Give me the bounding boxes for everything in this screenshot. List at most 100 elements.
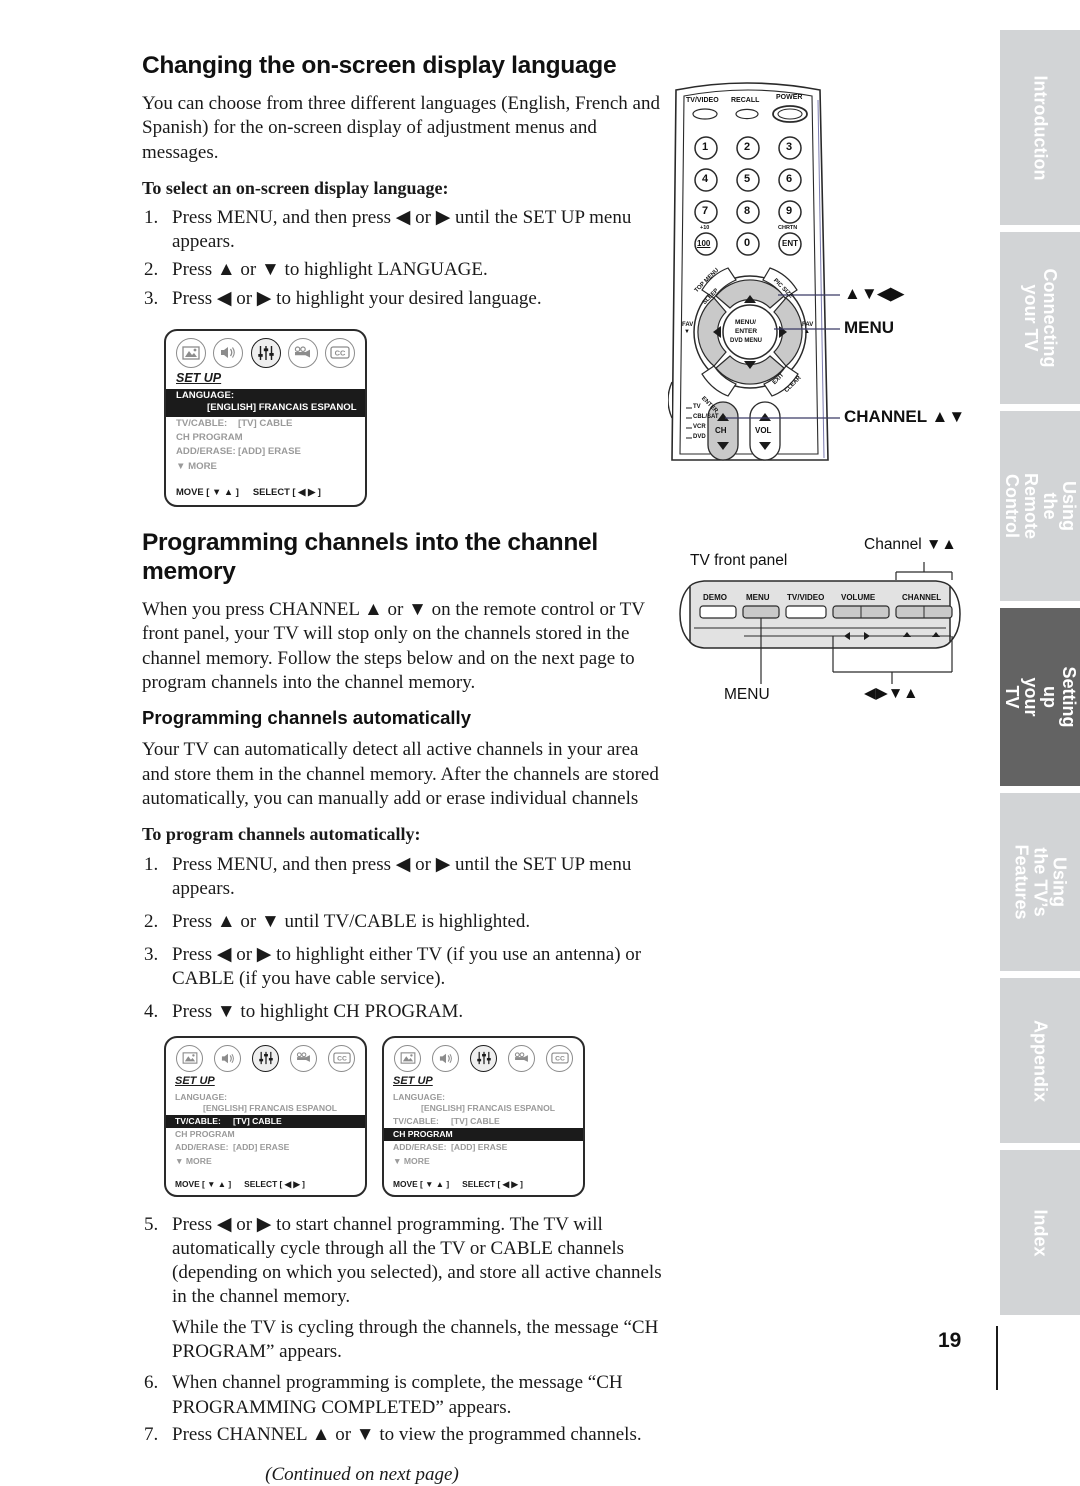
audio-icon xyxy=(213,337,244,368)
osd-row-tvcable: TV/CABLE: [TV] CABLE xyxy=(166,417,365,431)
video-icon xyxy=(508,1044,535,1072)
step-text: Press ▲ or ▼ to highlight LANGUAGE. xyxy=(172,259,488,281)
step-text: Press ▼ to highlight CH PROGRAM. xyxy=(172,1001,464,1023)
osd-row-value: [ENGLISH] FRANCAIS ESPANOL xyxy=(203,1102,337,1113)
osd-row-value: [TV] CABLE xyxy=(451,1115,500,1126)
step-number: 4. xyxy=(144,1001,159,1023)
steps-list-program: 1. Press MENU, and then press ◀ or ▶ unti… xyxy=(142,853,662,1025)
setup-icon xyxy=(250,337,281,368)
step-number: 6. xyxy=(144,1372,159,1394)
step-text: When channel programming is complete, th… xyxy=(172,1372,623,1418)
section-tab-strip: Introduction Connecting your TV Using th… xyxy=(1000,30,1080,1322)
svg-text:CC: CC xyxy=(335,349,346,358)
osd-row-label: TV/CABLE: xyxy=(175,1115,221,1126)
list-item: 4. Press ▼ to highlight CH PROGRAM. xyxy=(142,1000,662,1024)
remote-device-cblsat-label: CBL/SAT xyxy=(693,414,719,420)
tab-connecting-your-tv[interactable]: Connecting your TV xyxy=(1000,232,1080,404)
step-number: 3. xyxy=(144,287,159,309)
remote-key-0[interactable]: 0 xyxy=(744,237,750,249)
callout-channel: CHANNEL ▲▼ xyxy=(844,407,966,426)
tab-introduction[interactable]: Introduction xyxy=(1000,30,1080,225)
list-item: 6. When channel programming is complete,… xyxy=(142,1371,662,1419)
svg-text:CC: CC xyxy=(555,1056,565,1063)
osd-row-list: LANGUAGE: [ENGLISH] FRANCAIS ESPANOL TV/… xyxy=(166,388,365,474)
remote-button-tvvideo-label: TV/VIDEO xyxy=(686,97,719,104)
list-item: 3. Press ◀ or ▶ to highlight your desired… xyxy=(142,287,662,311)
osd-footer-select: SELECT [ ◀ ▶ ] xyxy=(244,1178,305,1189)
osd-menu-language: CC SET UP LANGUAGE: [ENGLISH] FRANCAIS E… xyxy=(164,328,367,508)
video-icon xyxy=(290,1044,317,1072)
osd-row-value: [ADD] ERASE xyxy=(451,1142,508,1153)
osd-row-label: TV/CABLE: xyxy=(393,1115,439,1126)
remote-key-3[interactable]: 3 xyxy=(786,141,792,153)
remote-key-100[interactable]: 100 xyxy=(697,239,710,248)
footer-rule xyxy=(996,1326,998,1390)
remote-key-7[interactable]: 7 xyxy=(702,205,708,217)
manual-page: Changing the on-screen display language … xyxy=(0,0,1080,1485)
tab-appendix[interactable]: Appendix xyxy=(1000,978,1080,1143)
tab-label: Using the Remote Control xyxy=(1002,472,1079,540)
osd-row-chprogram: CH PROGRAM xyxy=(166,1128,365,1141)
step-text: Press ◀ or ▶ to start channel programmin… xyxy=(172,1213,662,1308)
auto-intro-paragraph: Your TV can automatically detect all act… xyxy=(142,739,659,810)
remote-key-ent-sup: CHRTN xyxy=(778,225,798,231)
subsection-title-auto: Programming channels automatically xyxy=(142,707,471,729)
page-number: 19 xyxy=(938,1329,962,1352)
osd-row-adderase: ADD/ERASE: [ADD] ERASE xyxy=(384,1141,583,1154)
remote-control-diagram: TV/VIDEO RECALL POWER 1 2 3 4 5 6 7 8 9 … xyxy=(668,52,988,462)
steps-list-program-cont: 5. Press ◀ or ▶ to start channel program… xyxy=(142,1213,662,1447)
osd-row-label: TV/CABLE: xyxy=(176,417,228,429)
remote-key-6[interactable]: 6 xyxy=(786,173,792,185)
picture-icon xyxy=(394,1044,421,1072)
callout-channel-front: Channel ▼▲ xyxy=(864,536,957,553)
osd-row-label: ADD/ERASE: xyxy=(393,1142,447,1153)
tab-using-the-tvs-features[interactable]: Using the TV’s Features xyxy=(1000,793,1080,971)
step-number: 2. xyxy=(144,259,159,281)
tab-setting-up-your-tv[interactable]: Setting up your TV xyxy=(1000,608,1080,786)
list-item: 3. Press ◀ or ▶ to highlight either TV (i… xyxy=(142,943,662,991)
remote-key-9[interactable]: 9 xyxy=(786,205,792,217)
remote-center-dvdmenu-label[interactable]: DVD MENU xyxy=(730,338,762,344)
continued-note: (Continued on next page) xyxy=(265,1463,459,1485)
remote-key-1[interactable]: 1 xyxy=(702,141,708,153)
section-title-programming: Programming channels into the channel me… xyxy=(142,529,598,586)
remote-fav-up-label: FAV xyxy=(802,322,814,328)
fp-button-channel-label: CHANNEL xyxy=(902,593,942,602)
remote-button-recall-label: RECALL xyxy=(731,97,760,104)
tab-using-the-remote-control[interactable]: Using the Remote Control xyxy=(1000,411,1080,601)
callout-arrows: ▲▼◀▶ xyxy=(844,284,904,303)
step-text: Press MENU, and then press ◀ or ▶ until … xyxy=(172,207,632,253)
osd-row-label: ADD/ERASE: xyxy=(175,1142,229,1153)
osd-footer-move: MOVE [ ▼ ▲ ] xyxy=(393,1178,450,1189)
osd-row-adderase: ADD/ERASE: [ADD] ERASE xyxy=(166,445,365,459)
step-text: Press ▲ or ▼ until TV/CABLE is highlight… xyxy=(172,911,531,932)
osd-row-language: LANGUAGE: [ENGLISH] FRANCAIS ESPANOL xyxy=(166,388,365,417)
osd-row-value: [ADD] ERASE xyxy=(238,446,301,458)
step-number: 5. xyxy=(144,1213,159,1235)
step-number: 2. xyxy=(144,911,159,932)
step-number: 7. xyxy=(144,1423,159,1445)
tab-label: Connecting your TV xyxy=(1021,268,1060,368)
remote-center-menu-label[interactable]: MENU/ xyxy=(735,319,756,326)
tab-label: Setting up your TV xyxy=(1002,666,1079,728)
osd-row-value: [TV] CABLE xyxy=(238,417,293,429)
picture-icon xyxy=(176,337,206,368)
remote-key-8[interactable]: 8 xyxy=(744,205,750,217)
fp-button-demo-label: DEMO xyxy=(703,593,727,602)
video-icon xyxy=(287,337,318,368)
remote-key-5[interactable]: 5 xyxy=(744,173,750,185)
tv-front-panel-diagram: TV front panel Channel ▼▲ MENU ◀▶▼▲ DEMO… xyxy=(668,524,988,724)
tab-index[interactable]: Index xyxy=(1000,1150,1080,1315)
osd-footer-select: SELECT [ ◀ ▶ ] xyxy=(462,1178,523,1189)
remote-key-4[interactable]: 4 xyxy=(702,173,708,185)
remote-fav-down-label: FAV xyxy=(682,322,694,328)
remote-key-2[interactable]: 2 xyxy=(744,141,750,153)
osd-row-label: LANGUAGE: xyxy=(176,389,235,401)
osd-row-tvcable: TV/CABLE: [TV] CABLE xyxy=(166,1114,365,1129)
callout-arrows-front: ◀▶▼▲ xyxy=(864,685,919,702)
remote-key-ent[interactable]: ENT xyxy=(782,239,798,248)
programming-intro-paragraph: When you press CHANNEL ▲ or ▼ on the rem… xyxy=(142,598,645,693)
remote-center-enter-label[interactable]: ENTER xyxy=(735,328,757,335)
steps-list-language: 1. Press MENU, and then press ◀ or ▶ unti… xyxy=(142,206,662,311)
osd-row-label: CH PROGRAM xyxy=(393,1129,453,1140)
